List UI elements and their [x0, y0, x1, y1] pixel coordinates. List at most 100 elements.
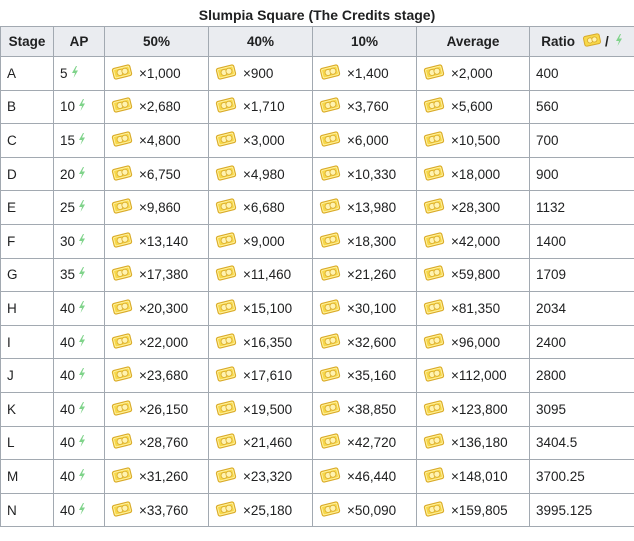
credit-card-icon [215, 164, 237, 184]
credit-card-icon [111, 198, 133, 217]
p40-value: ×11,460 [243, 267, 292, 283]
stage-cell: E [0, 190, 54, 225]
header-ratio: Ratio / [529, 26, 634, 57]
average-value: ×136,180 [451, 435, 508, 451]
average-value: ×123,800 [451, 401, 508, 417]
credit-card-icon [319, 299, 341, 318]
credit-card-icon [423, 433, 445, 452]
ratio-value: 400 [536, 65, 559, 81]
average-value: ×112,000 [451, 368, 507, 384]
p50-value: ×4,800 [139, 132, 181, 148]
credit-card-icon [423, 265, 445, 284]
p10-cell: ×35,160 [312, 358, 417, 393]
ap-value: 35 [60, 267, 76, 283]
p10-value: ×32,600 [347, 334, 397, 350]
credit-card-icon [319, 164, 341, 184]
credit-card-icon [423, 400, 445, 419]
average-cell: ×81,350 [416, 291, 530, 326]
p10-value: ×1,400 [347, 65, 389, 81]
header-50-percent: 50% [104, 26, 209, 57]
stage-cell: N [0, 492, 54, 528]
p50-cell: ×1,000 [104, 56, 209, 91]
p40-cell: ×6,680 [208, 190, 313, 225]
table-row: N 40 ×33,760 ×25,180 ×50,090 ×159,805 39… [0, 492, 634, 528]
ratio-cell: 2034 [529, 291, 634, 326]
average-cell: ×2,000 [416, 56, 530, 91]
stage-value: A [7, 65, 17, 81]
p40-value: ×4,980 [243, 166, 285, 182]
ap-cell: 30 [53, 223, 105, 259]
stage-cell: F [0, 223, 54, 259]
stage-value: B [7, 99, 17, 115]
p10-cell: ×3,760 [312, 89, 417, 125]
p10-cell: ×46,440 [312, 459, 417, 494]
credit-card-icon [215, 400, 237, 419]
p40-value: ×900 [243, 65, 274, 81]
credit-card-icon [423, 164, 445, 184]
p10-value: ×6,000 [347, 132, 389, 148]
p40-value: ×15,100 [243, 300, 293, 316]
credits-stage-table-container: Slumpia Square (The Credits stage) Stage… [0, 0, 634, 528]
credit-card-icon [319, 64, 341, 83]
ratio-value: 1709 [536, 267, 567, 283]
p50-cell: ×9,860 [104, 190, 209, 225]
p50-cell: ×28,760 [104, 425, 209, 461]
stage-value: F [7, 233, 16, 249]
credit-card-icon [423, 232, 445, 251]
p10-cell: ×6,000 [312, 123, 417, 158]
average-cell: ×148,010 [416, 459, 530, 494]
p40-cell: ×25,180 [208, 492, 313, 528]
lightning-bolt-icon [78, 502, 86, 518]
credit-card-icon [215, 332, 237, 352]
lightning-bolt-icon [78, 200, 86, 215]
stage-cell: H [0, 291, 54, 326]
stage-cell: K [0, 391, 54, 427]
p50-cell: ×20,300 [104, 291, 209, 326]
credit-card-icon [423, 97, 445, 116]
p10-value: ×21,260 [347, 267, 397, 283]
ratio-value: 560 [536, 99, 559, 115]
stage-value: G [7, 267, 18, 283]
stage-cell: C [0, 123, 54, 158]
ap-cell: 25 [53, 190, 105, 225]
ap-cell: 15 [53, 123, 105, 158]
p40-value: ×16,350 [243, 334, 293, 350]
credit-card-icon [423, 299, 445, 318]
ap-cell: 40 [53, 291, 105, 326]
table-row: I 40 ×22,000 ×16,350 ×32,600 ×96,000 240… [0, 324, 634, 360]
p40-cell: ×11,460 [208, 257, 313, 293]
credit-card-icon [423, 131, 445, 150]
p50-cell: ×22,000 [104, 324, 209, 360]
ratio-cell: 700 [529, 123, 634, 158]
p50-value: ×9,860 [139, 200, 181, 216]
credit-card-icon [582, 33, 602, 50]
stage-value: I [7, 334, 11, 350]
p40-value: ×6,680 [243, 200, 285, 216]
stage-cell: A [0, 56, 54, 91]
p40-cell: ×900 [208, 56, 313, 91]
credit-card-icon [215, 265, 237, 284]
ap-value: 40 [60, 468, 76, 484]
average-value: ×5,600 [451, 99, 493, 115]
ratio-cell: 1709 [529, 257, 634, 293]
credit-card-icon [111, 265, 133, 284]
p40-value: ×9,000 [243, 233, 285, 249]
p10-cell: ×13,980 [312, 190, 417, 225]
average-value: ×10,500 [451, 132, 501, 148]
stage-value: L [7, 435, 15, 451]
credit-card-icon [319, 467, 341, 486]
table-row: L 40 ×28,760 ×21,460 ×42,720 ×136,180 34… [0, 425, 634, 461]
credit-card-icon [423, 467, 445, 486]
table-row: H 40 ×20,300 ×15,100 ×30,100 ×81,350 203… [0, 291, 634, 326]
table-row: B 10 ×2,680 ×1,710 ×3,760 ×5,600 560 [0, 89, 634, 125]
credit-card-icon [319, 366, 341, 385]
average-value: ×159,805 [451, 502, 508, 518]
ratio-separator: / [604, 34, 609, 49]
table-row: F 30 ×13,140 ×9,000 ×18,300 ×42,000 1400 [0, 223, 634, 259]
lightning-bolt-icon [71, 65, 79, 81]
average-cell: ×159,805 [416, 492, 530, 528]
header-row: Stage AP 50% 40% 10% Average Ratio / [0, 26, 634, 57]
credit-card-icon [319, 131, 341, 150]
table-body: A 5 ×1,000 ×900 ×1,400 ×2,000 400 B 10 ×… [0, 56, 634, 528]
p40-value: ×25,180 [243, 502, 293, 518]
